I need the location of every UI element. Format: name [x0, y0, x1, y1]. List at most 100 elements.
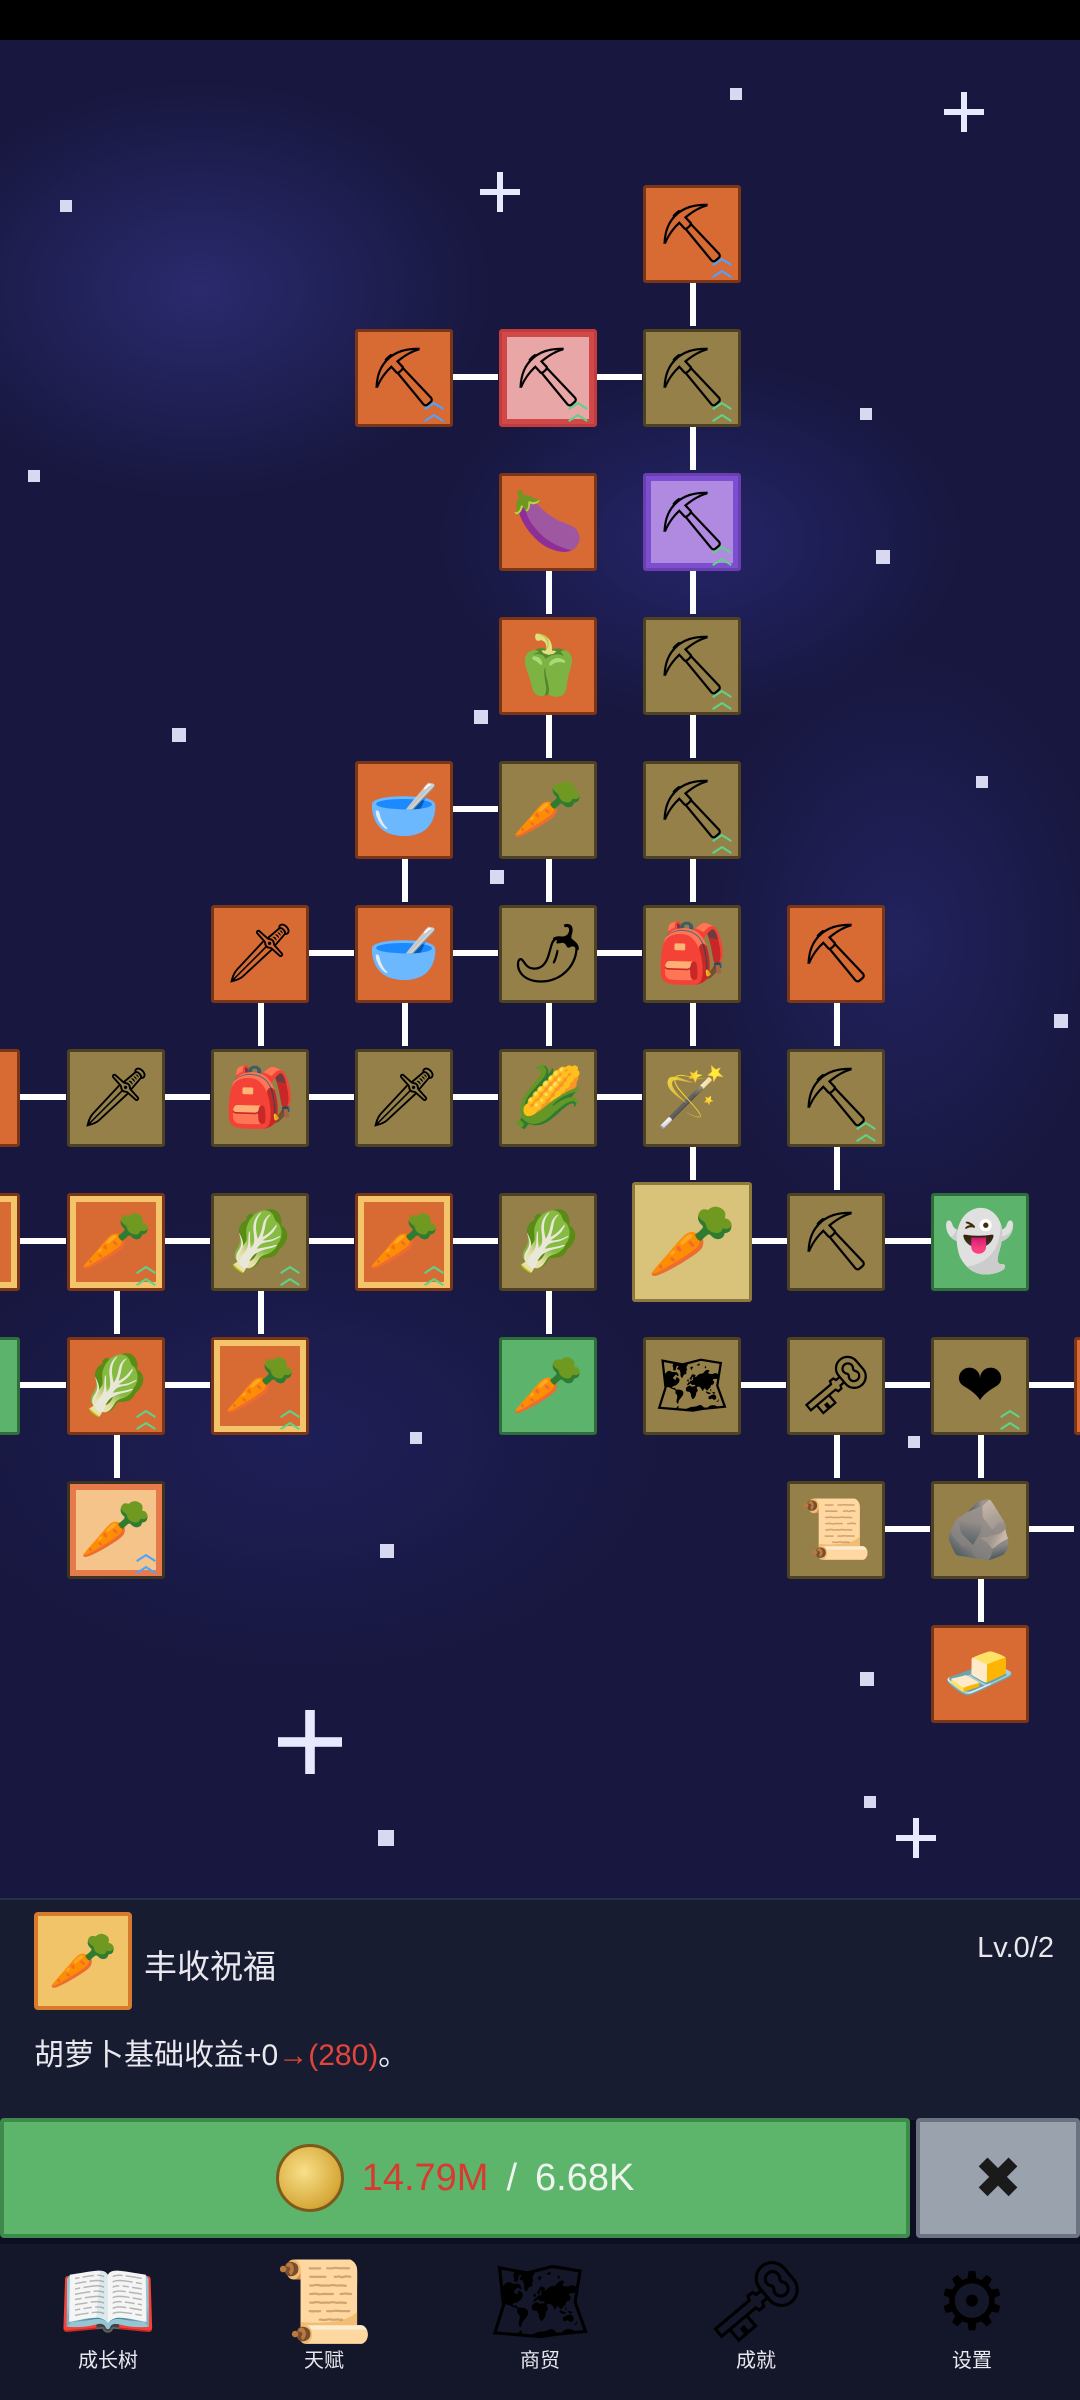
skill-node-corn[interactable]: 🌽: [499, 1049, 597, 1147]
skill-node-shovel[interactable]: ⛏ ︿ ︿: [499, 329, 597, 427]
skill-node-sword[interactable]: 🗡: [67, 1049, 165, 1147]
link: [452, 1238, 498, 1244]
skill-node-pickaxe[interactable]: ⛏ ︿ ︿: [787, 1049, 885, 1147]
link: [546, 858, 552, 902]
upgrade-arrows-icon: ︿ ︿: [712, 247, 732, 281]
skill-node-scroll[interactable]: 📜: [787, 1481, 885, 1579]
close-icon: ✖: [973, 2146, 1023, 2211]
bottom-nav: 📖 成长树 📜 天赋 🗺 商贸 🗝 成就 ⚙ 设置: [0, 2244, 1080, 2400]
sword-icon: 🗡: [367, 1065, 441, 1130]
nav-settings[interactable]: ⚙ 设置: [892, 2244, 1052, 2394]
upgrade-cost: 6.68K: [535, 2156, 635, 2199]
skill-node-shovel[interactable]: ⛏ ︿ ︿: [643, 185, 741, 283]
link: [258, 1290, 264, 1334]
link: [596, 950, 642, 956]
skill-tree-canvas[interactable]: ⛏ ︿ ︿ ⛏ ︿ ︿ ⛏ ︿ ︿ ⛏ ︿ ︿ 🍆 ⛏ ︿ ︿ 🫑 ⛏ ︿ ︿ 🥣 🥕 ⛏ ︿…: [0, 40, 1080, 1900]
pepper-icon: 🫑: [511, 633, 585, 698]
skill-node-stone[interactable]: 🪨: [931, 1481, 1029, 1579]
upgrade-arrows-icon: ︿ ︿: [712, 823, 732, 857]
link: [884, 1238, 932, 1244]
stone-icon: 🪨: [943, 1497, 1017, 1562]
skill-node-eggplant[interactable]: 🍆: [499, 473, 597, 571]
link: [546, 1290, 552, 1334]
skill-node-partial[interactable]: [0, 1337, 20, 1435]
corn-icon: 🌽: [511, 1065, 585, 1130]
skill-node-pickaxe[interactable]: ⛏: [787, 1193, 885, 1291]
skill-node-heart[interactable]: ❤ ︿ ︿: [931, 1337, 1029, 1435]
skill-node-sword[interactable]: 🗡: [355, 1049, 453, 1147]
close-button[interactable]: ✖: [916, 2118, 1080, 2238]
skill-node-chili[interactable]: 🌶: [499, 905, 597, 1003]
star: [378, 1830, 394, 1846]
skill-node-cabbage[interactable]: 🥬 ︿ ︿: [67, 1337, 165, 1435]
sparkle: [944, 92, 984, 132]
link: [308, 1094, 354, 1100]
link: [452, 374, 498, 380]
star: [976, 776, 988, 788]
radish-icon: 🥕: [511, 777, 585, 842]
skill-node-sword[interactable]: 🗡: [211, 905, 309, 1003]
skill-node-backpack[interactable]: 🎒: [211, 1049, 309, 1147]
star: [730, 88, 742, 100]
upgrade-arrows-icon: ︿ ︿: [712, 679, 732, 713]
skill-node-map[interactable]: 🗺: [643, 1337, 741, 1435]
skill-node-partial[interactable]: [0, 1049, 20, 1147]
skill-node-carrot[interactable]: 🥕 ︿ ︿: [67, 1193, 165, 1291]
desc-value: (280): [308, 2039, 379, 2072]
skill-node-pepper[interactable]: 🫑: [499, 617, 597, 715]
nav-label: 成长树: [78, 2350, 138, 2372]
link: [740, 1382, 786, 1388]
link: [258, 1002, 264, 1046]
nav-label: 成就: [736, 2350, 776, 2372]
chili-icon: 🌶: [511, 921, 585, 986]
skill-node-carrot[interactable]: 🥕 ︿ ︿: [355, 1193, 453, 1291]
status-bar: [0, 0, 1080, 40]
skill-node-radish[interactable]: 🥕: [499, 761, 597, 859]
nav-talent[interactable]: 📜 天赋: [244, 2244, 404, 2394]
link: [690, 1146, 696, 1180]
nav-trade[interactable]: 🗺 商贸: [460, 2244, 620, 2394]
nav-achievements[interactable]: 🗝 成就: [676, 2244, 836, 2394]
skill-node-shovel[interactable]: ⛏ ︿ ︿: [643, 617, 741, 715]
skill-node-cabbage[interactable]: 🥬: [499, 1193, 597, 1291]
skill-node-cabbage[interactable]: 🥬 ︿ ︿: [211, 1193, 309, 1291]
link: [978, 1578, 984, 1622]
link: [752, 1238, 788, 1244]
skill-node-bowl[interactable]: 🥣: [355, 905, 453, 1003]
skill-node-wand[interactable]: 🪄: [643, 1049, 741, 1147]
skill-node-carrot[interactable]: 🥕 ︿ ︿: [67, 1481, 165, 1579]
link: [834, 1146, 840, 1190]
skill-node-partial[interactable]: [0, 1193, 20, 1291]
cost-separator: /: [506, 2156, 517, 2199]
skill-node-shovel[interactable]: ⛏ ︿ ︿: [643, 473, 741, 571]
sword-icon: 🗡: [223, 921, 297, 986]
skill-node-carrot[interactable]: 🥕 ︿ ︿: [211, 1337, 309, 1435]
nav-label: 设置: [952, 2350, 992, 2372]
link: [546, 570, 552, 614]
skill-node-pickaxe[interactable]: ⛏: [787, 905, 885, 1003]
skill-node-carrot-selected[interactable]: 🥕: [632, 1182, 752, 1302]
link: [452, 1094, 498, 1100]
ghost-icon: 👻: [943, 1209, 1017, 1274]
skill-node-shovel[interactable]: ⛏ ︿ ︿: [643, 761, 741, 859]
scroll-icon: 📜: [799, 1497, 873, 1562]
skill-node-shovel[interactable]: ⛏ ︿ ︿: [355, 329, 453, 427]
skill-node-backpack[interactable]: 🎒: [643, 905, 741, 1003]
link: [164, 1382, 210, 1388]
upgrade-button[interactable]: 14.79M / 6.68K: [0, 2118, 910, 2238]
skill-node-shovel[interactable]: ⛏ ︿ ︿: [643, 329, 741, 427]
pickaxe-icon: ⛏: [799, 921, 873, 986]
skill-node-bowl[interactable]: 🥣: [355, 761, 453, 859]
link: [164, 1238, 210, 1244]
nav-growth-tree[interactable]: 📖 成长树: [28, 2244, 188, 2394]
skill-node-gold-bar[interactable]: 🧈: [931, 1625, 1029, 1723]
skill-name: 丰收祝福: [144, 1948, 276, 1985]
skill-node-key[interactable]: 🗝: [787, 1337, 885, 1435]
skill-node-parsnip[interactable]: 🥕: [499, 1337, 597, 1435]
sparkle: [896, 1818, 936, 1858]
coin-icon: [275, 2144, 344, 2212]
upgrade-arrows-icon: ︿ ︿: [1000, 1399, 1020, 1433]
star: [1054, 1014, 1068, 1028]
skill-node-partial[interactable]: [1074, 1337, 1080, 1435]
skill-node-ghost[interactable]: 👻: [931, 1193, 1029, 1291]
